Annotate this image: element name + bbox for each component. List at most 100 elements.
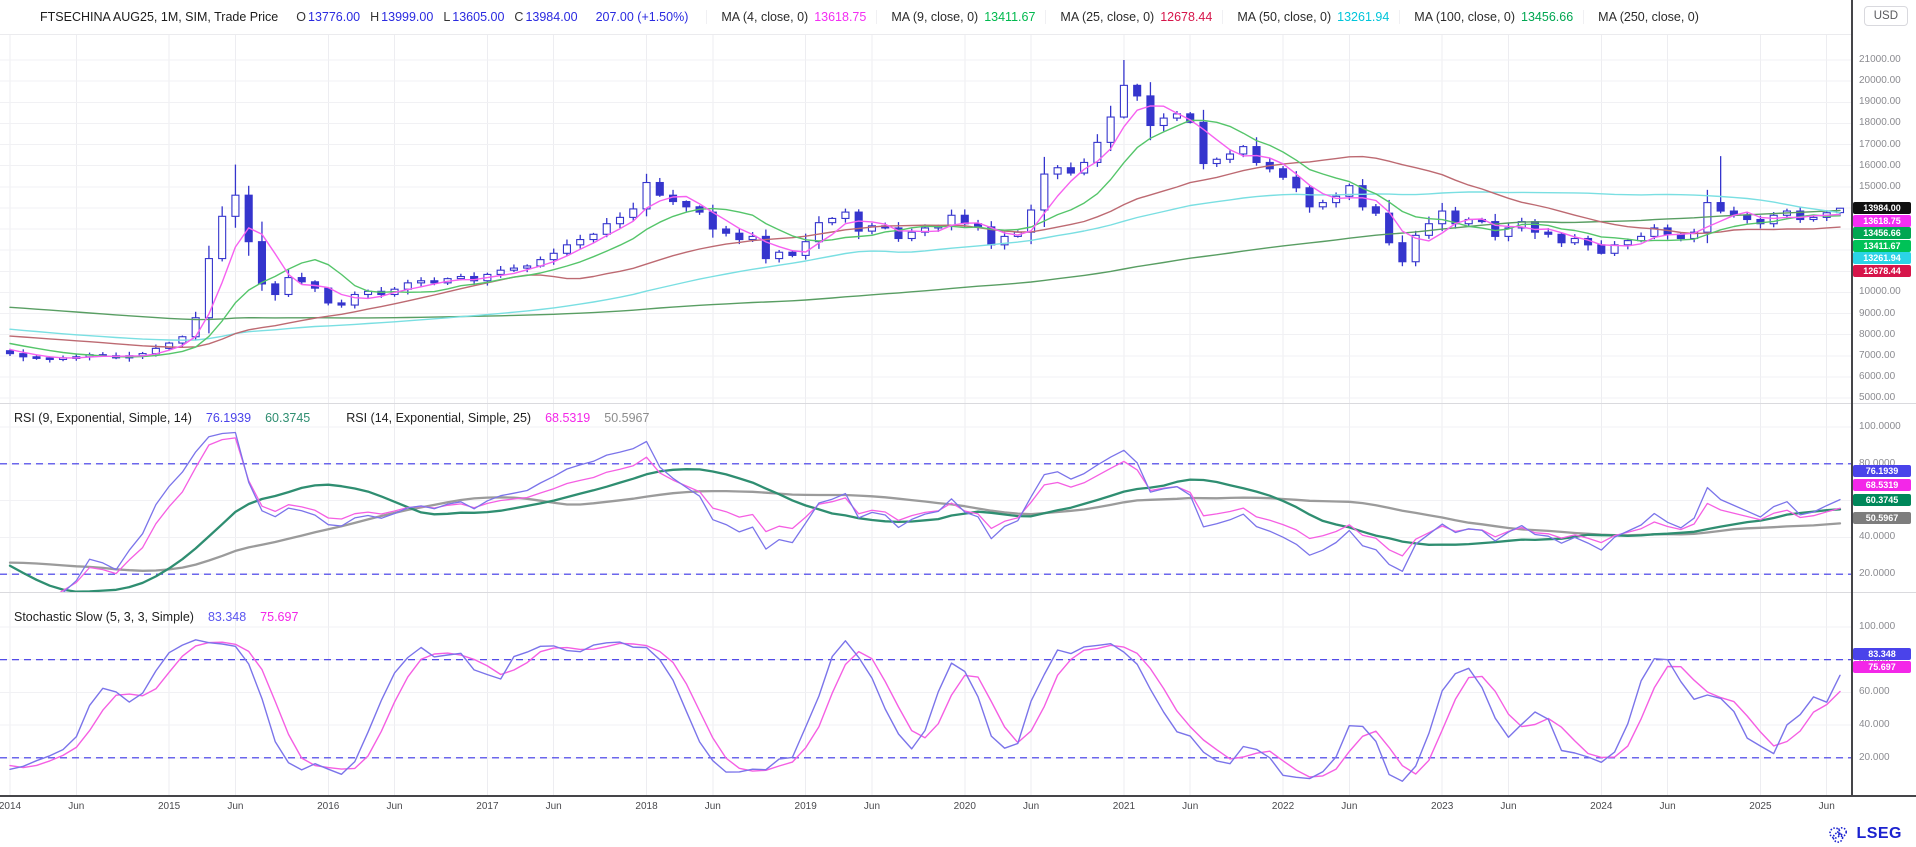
price-badge: 13618.75 [1853,215,1911,227]
y-axis-label: 9000.00 [1859,308,1895,319]
x-axis-label: Jun [387,801,403,812]
x-axis-label: 2016 [317,801,339,812]
y-axis-label: 100.0000 [1859,421,1901,432]
pane-divider[interactable] [0,592,1916,593]
y-axis-label: 7000.00 [1859,350,1895,361]
ma-legend-item-1: MA (9, close, 0)13411.67 [876,10,1035,24]
x-axis-label: Jun [705,801,721,812]
x-axis-label: Jun [1341,801,1357,812]
y-axis-label: 18000.00 [1859,117,1901,128]
x-axis-label: 2021 [1113,801,1135,812]
x-axis-label: 2023 [1431,801,1453,812]
x-axis-label: Jun [1819,801,1835,812]
x-axis-label: Jun [1182,801,1198,812]
x-axis-label: 2024 [1590,801,1612,812]
y-axis-label: 8000.00 [1859,329,1895,340]
rsi-value-1: 76.1939 [206,411,251,425]
ma-legend-item-2: MA (25, close, 0)12678.44 [1045,10,1212,24]
price-badge: 13456.66 [1853,227,1911,239]
instrument-title: FTSECHINA AUG25, 1M, SIM, Trade Price [40,10,278,24]
ma-line-4 [10,106,1840,358]
x-axis-label: 2019 [795,801,817,812]
price-pane[interactable] [0,35,1851,403]
ma-line-25 [10,157,1840,348]
rsi-pane[interactable] [0,403,1851,592]
stoch-k-line [10,640,1840,781]
gridlines [0,403,1851,592]
x-axis-label: 2022 [1272,801,1294,812]
price-badge: 83.348 [1853,648,1911,660]
price-badge: 50.5967 [1853,512,1911,524]
chart-window: FTSECHINA AUG25, 1M, SIM, Trade Price O1… [0,0,1916,847]
gridlines [0,35,1851,403]
rsi14-line [10,438,1840,592]
x-axis-label: Jun [1500,801,1516,812]
y-axis-label: 6000.00 [1859,371,1895,382]
rsi-legend: RSI (9, Exponential, Simple, 14) 76.1939… [14,411,649,425]
rsi-value-2: 60.3745 [265,411,310,425]
y-axis-label: 15000.00 [1859,181,1901,192]
x-axis-label: Jun [68,801,84,812]
price-badge: 13984.00 [1853,202,1911,214]
stochastic-label: Stochastic Slow (5, 3, 3, Simple) [14,610,194,624]
y-axis-label: 19000.00 [1859,96,1901,107]
y-axis-label: 17000.00 [1859,139,1901,150]
stochastic-legend: Stochastic Slow (5, 3, 3, Simple) 83.348… [14,610,298,624]
y-axis-label: 20.0000 [1859,568,1895,579]
rsi-label-2: RSI (14, Exponential, Simple, 25) [346,411,531,425]
rsi-value-3: 68.5319 [545,411,590,425]
x-axis-label: 2020 [954,801,976,812]
currency-chip[interactable]: USD [1864,6,1908,26]
rsi-value-4: 50.5967 [604,411,649,425]
x-axis-label: Jun [227,801,243,812]
x-axis-label: Jun [546,801,562,812]
rsi-label-1: RSI (9, Exponential, Simple, 14) [14,411,192,425]
price-badge: 12678.44 [1853,265,1911,277]
rsi14-ma-line [10,491,1840,571]
stochastic-k-value: 83.348 [208,610,246,624]
time-axis-border [0,795,1916,797]
ma-legend: MA (4, close, 0)13618.75 MA (9, close, 0)… [706,10,1705,24]
x-axis-label: Jun [1660,801,1676,812]
chart-header: FTSECHINA AUG25, 1M, SIM, Trade Price O1… [0,0,1851,35]
x-axis-label: 2015 [158,801,180,812]
y-axis-label: 10000.00 [1859,286,1901,297]
x-axis-label: 2017 [476,801,498,812]
price-badge: 13261.94 [1853,252,1911,264]
lseg-logo: LSEG [1827,824,1902,844]
lseg-emblem-icon [1827,824,1851,844]
price-badge: 13411.67 [1853,240,1911,252]
price-badge: 75.697 [1853,661,1911,673]
price-badge: 60.3745 [1853,494,1911,506]
ma-legend-item-5: MA (250, close, 0) [1583,10,1705,24]
pane-divider[interactable] [0,403,1916,404]
y-axis-label: 100.000 [1859,621,1895,632]
axis-separator [1851,0,1853,796]
y-axis-label: 40.000 [1859,719,1890,730]
y-axis-label: 16000.00 [1859,160,1901,171]
net-change: 207.00 (+1.50%) [596,10,689,24]
lseg-wordmark: LSEG [1856,825,1902,843]
ohlc-c: C13984.00 [514,10,577,24]
ma-legend-item-3: MA (50, close, 0)13261.94 [1222,10,1389,24]
y-axis-label: 60.000 [1859,686,1890,697]
y-axis-label: 5000.00 [1859,392,1895,403]
y-axis-label: 20.000 [1859,752,1890,763]
candlesticks [7,60,1844,363]
rsi9-ma-line [10,469,1840,592]
x-axis-label: 2018 [635,801,657,812]
y-axis-label: 20000.00 [1859,75,1901,86]
stochastic-d-value: 75.697 [260,610,298,624]
ma-legend-item-4: MA (100, close, 0)13456.66 [1399,10,1573,24]
price-badge: 76.1939 [1853,465,1911,477]
ohlc-l: L13605.00 [443,10,504,24]
x-axis-label: 2014 [0,801,21,812]
ma-legend-item-0: MA (4, close, 0)13618.75 [706,10,866,24]
price-badge: 68.5319 [1853,479,1911,491]
y-axis-label: 21000.00 [1859,54,1901,65]
x-axis-label: Jun [1023,801,1039,812]
y-axis-label: 40.0000 [1859,531,1895,542]
ohlc-h: H13999.00 [370,10,433,24]
ohlc-o: O13776.00 [296,10,360,24]
x-axis-label: Jun [864,801,880,812]
